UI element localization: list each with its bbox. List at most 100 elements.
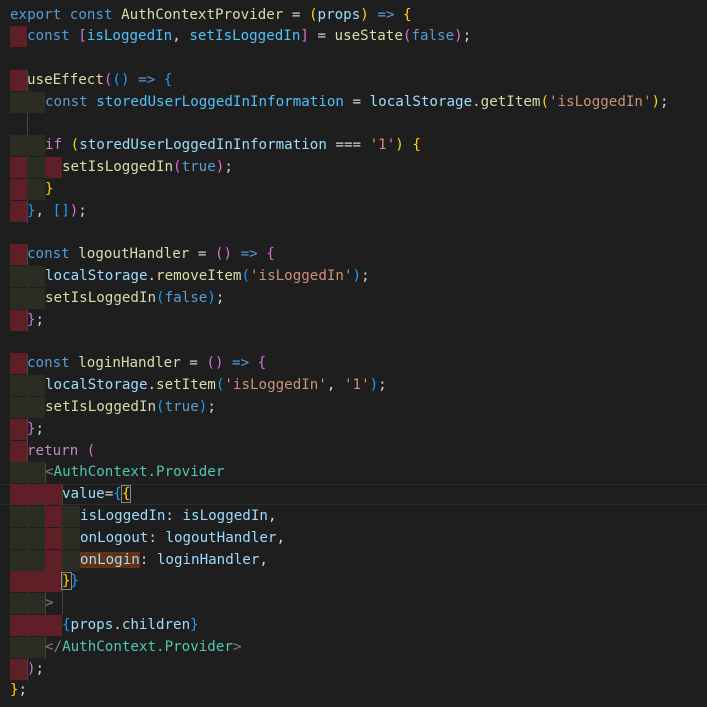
code-line[interactable]: <AuthContext.Provider: [0, 462, 707, 484]
indent-whitespace-marker: [10, 178, 27, 200]
code-token: (: [86, 442, 96, 459]
code-token: storedUserLoggedInInformation: [96, 93, 344, 110]
code-line[interactable]: setIsLoggedIn(true);: [0, 157, 707, 179]
code-line[interactable]: export const AuthContextProvider = (prop…: [0, 5, 707, 26]
code-token: =>: [377, 6, 395, 23]
code-text: setIsLoggedIn(false);: [45, 288, 224, 309]
indent-whitespace-marker: [62, 549, 80, 571]
code-token: const: [27, 246, 70, 263]
indent-whitespace-marker: [10, 571, 62, 593]
code-token: ): [223, 246, 233, 263]
code-token: ): [207, 289, 216, 306]
code-line[interactable]: }}: [0, 571, 707, 593]
code-token: ): [352, 268, 362, 285]
code-token: ;: [35, 420, 45, 437]
code-editor[interactable]: export const AuthContextProvider = (prop…: [0, 0, 707, 707]
code-token: }: [70, 573, 80, 590]
code-line[interactable]: useEffect(() => {: [0, 69, 707, 91]
indent-whitespace-marker: [45, 527, 62, 549]
code-token: value: [62, 486, 105, 503]
code-token: }: [61, 572, 72, 591]
code-line[interactable]: onLogin: loginHandler,: [0, 549, 707, 571]
code-text: };: [10, 680, 27, 701]
code-line[interactable]: [0, 332, 707, 353]
code-token: }: [27, 420, 36, 437]
code-line[interactable]: return (: [0, 440, 707, 462]
indent-whitespace-marker: [10, 353, 27, 375]
code-token: (: [156, 398, 165, 415]
code-text: const logoutHandler = () => {: [27, 244, 275, 265]
code-token: =: [343, 93, 370, 110]
code-token: .: [147, 377, 157, 394]
code-token: [: [78, 28, 87, 45]
code-token: =: [189, 246, 215, 263]
code-line[interactable]: [0, 114, 707, 135]
code-line[interactable]: }, []);: [0, 200, 707, 222]
code-line[interactable]: const logoutHandler = () => {: [0, 244, 707, 266]
code-line[interactable]: const [isLoggedIn, setIsLoggedIn] = useS…: [0, 26, 707, 48]
code-line[interactable]: {props.children}: [0, 614, 707, 636]
code-line[interactable]: localStorage.setItem('isLoggedIn', '1');: [0, 375, 707, 397]
code-text: isLoggedIn: isLoggedIn,: [80, 506, 276, 527]
code-line[interactable]: >: [0, 593, 707, 615]
code-token: ;: [207, 398, 216, 415]
indent-whitespace-marker: [10, 26, 27, 48]
code-line[interactable]: isLoggedIn: isLoggedIn,: [0, 505, 707, 527]
code-text: };: [27, 419, 44, 440]
code-line[interactable]: setIsLoggedIn(false);: [0, 287, 707, 309]
code-token: .: [147, 268, 157, 285]
code-line[interactable]: };: [0, 418, 707, 440]
code-line[interactable]: if (storedUserLoggedInInformation === '1…: [0, 135, 707, 157]
code-token: :: [148, 529, 166, 546]
code-token: ): [651, 93, 661, 110]
code-line[interactable]: [0, 223, 707, 244]
code-token: logoutHandler: [165, 529, 277, 546]
indent-whitespace-marker: [10, 527, 45, 549]
code-token: :: [139, 551, 157, 568]
indent-whitespace-marker: [10, 396, 45, 418]
indent-whitespace-marker: [27, 178, 45, 200]
code-token: ;: [361, 268, 370, 285]
code-token: .: [472, 93, 481, 110]
code-token: return: [27, 442, 79, 459]
code-token: (: [156, 289, 165, 306]
code-text: localStorage.setItem('isLoggedIn', '1');: [45, 375, 387, 396]
code-line[interactable]: const storedUserLoggedInInformation = lo…: [0, 91, 707, 113]
indent-whitespace-marker: [62, 527, 80, 549]
code-text: </AuthContext.Provider>: [45, 637, 241, 658]
code-token: loginHandler: [156, 551, 260, 568]
indent-whitespace-marker: [10, 440, 27, 462]
code-line[interactable]: </AuthContext.Provider>: [0, 636, 707, 658]
code-line[interactable]: onLogout: logoutHandler,: [0, 527, 707, 549]
code-text: }}: [61, 571, 80, 592]
code-line[interactable]: value={{: [0, 484, 707, 506]
code-line[interactable]: }: [0, 178, 707, 200]
code-token: export: [10, 6, 62, 23]
code-token: isLoggedIn: [182, 507, 268, 524]
code-text: const storedUserLoggedInInformation = lo…: [45, 92, 669, 113]
code-token: =>: [232, 355, 250, 372]
code-line[interactable]: setIsLoggedIn(true);: [0, 396, 707, 418]
code-line[interactable]: localStorage.removeItem('isLoggedIn');: [0, 266, 707, 288]
indent-whitespace-marker: [10, 375, 45, 397]
code-line[interactable]: const loginHandler = () => {: [0, 353, 707, 375]
code-text: }: [45, 179, 54, 200]
code-token: false: [411, 28, 455, 45]
code-token: {: [266, 246, 275, 263]
code-text: };: [27, 310, 44, 331]
code-line[interactable]: [0, 48, 707, 69]
code-line[interactable]: };: [0, 680, 707, 701]
code-token: (: [206, 355, 215, 372]
code-token: ,: [276, 529, 286, 546]
code-line[interactable]: );: [0, 658, 707, 680]
code-line[interactable]: };: [0, 309, 707, 331]
code-token: setIsLoggedIn: [45, 289, 157, 306]
code-token: ===: [326, 137, 370, 154]
indent-whitespace-marker: [10, 135, 45, 157]
code-token: ): [120, 71, 130, 88]
code-token: const: [45, 93, 88, 110]
